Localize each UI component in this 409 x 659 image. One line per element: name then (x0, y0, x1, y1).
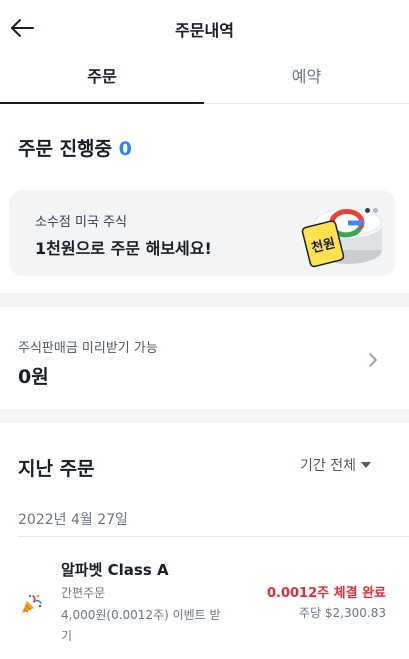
order-type: 간편주문 (61, 586, 106, 600)
tab-orders[interactable]: 주문 (0, 56, 204, 104)
order-date-header: 2022년 4월 27일 (18, 512, 128, 528)
period-filter-label: 기간 전체 (300, 458, 356, 474)
advance-amount: 0원 (18, 366, 49, 388)
past-orders-title: 지난 주문 (18, 458, 95, 480)
section-divider (0, 409, 409, 423)
in-progress-label: 주문 진행중 (18, 138, 113, 160)
banner-title: 1천원으로 주문 해보세요! (35, 239, 212, 258)
chevron-right-icon (369, 353, 377, 367)
caret-down-icon (360, 462, 371, 468)
order-unit-price: 주당 $2,300.83 (299, 606, 386, 620)
date-divider (18, 536, 409, 537)
orders-in-progress: 주문 진행중 0 (18, 134, 132, 161)
section-divider (0, 293, 409, 307)
order-list-item[interactable]: 알파벳 Class A 간편주문 4,000원(0.0012주) 이벤트 받기 … (0, 545, 409, 659)
tab-reservations[interactable]: 예약 (204, 56, 409, 104)
page-dot (373, 208, 378, 213)
top-bar: 주문내역 (0, 0, 409, 56)
advance-label: 주식판매금 미리받기 가능 (18, 341, 158, 356)
tab-bar: 주문 예약 (0, 56, 409, 104)
order-detail: 4,000원(0.0012주) 이벤트 받기 (61, 608, 221, 643)
banner-subtitle: 소수점 미국 주식 (35, 215, 127, 230)
order-stock-name: 알파벳 Class A (61, 561, 169, 579)
stock-sale-advance-row[interactable]: 주식판매금 미리받기 가능 0원 (0, 307, 409, 409)
promo-banner[interactable]: 소수점 미국 주식 1천원으로 주문 해보세요! 천원 (9, 190, 395, 276)
banner-page-indicator (362, 198, 378, 217)
page-dot-active (365, 208, 370, 213)
page-title: 주문내역 (175, 21, 234, 40)
order-status: 0.0012주 체결 완료 (266, 586, 386, 601)
period-filter-dropdown[interactable]: 기간 전체 (300, 455, 371, 475)
party-popper-icon (22, 594, 42, 613)
in-progress-count: 0 (118, 138, 132, 160)
